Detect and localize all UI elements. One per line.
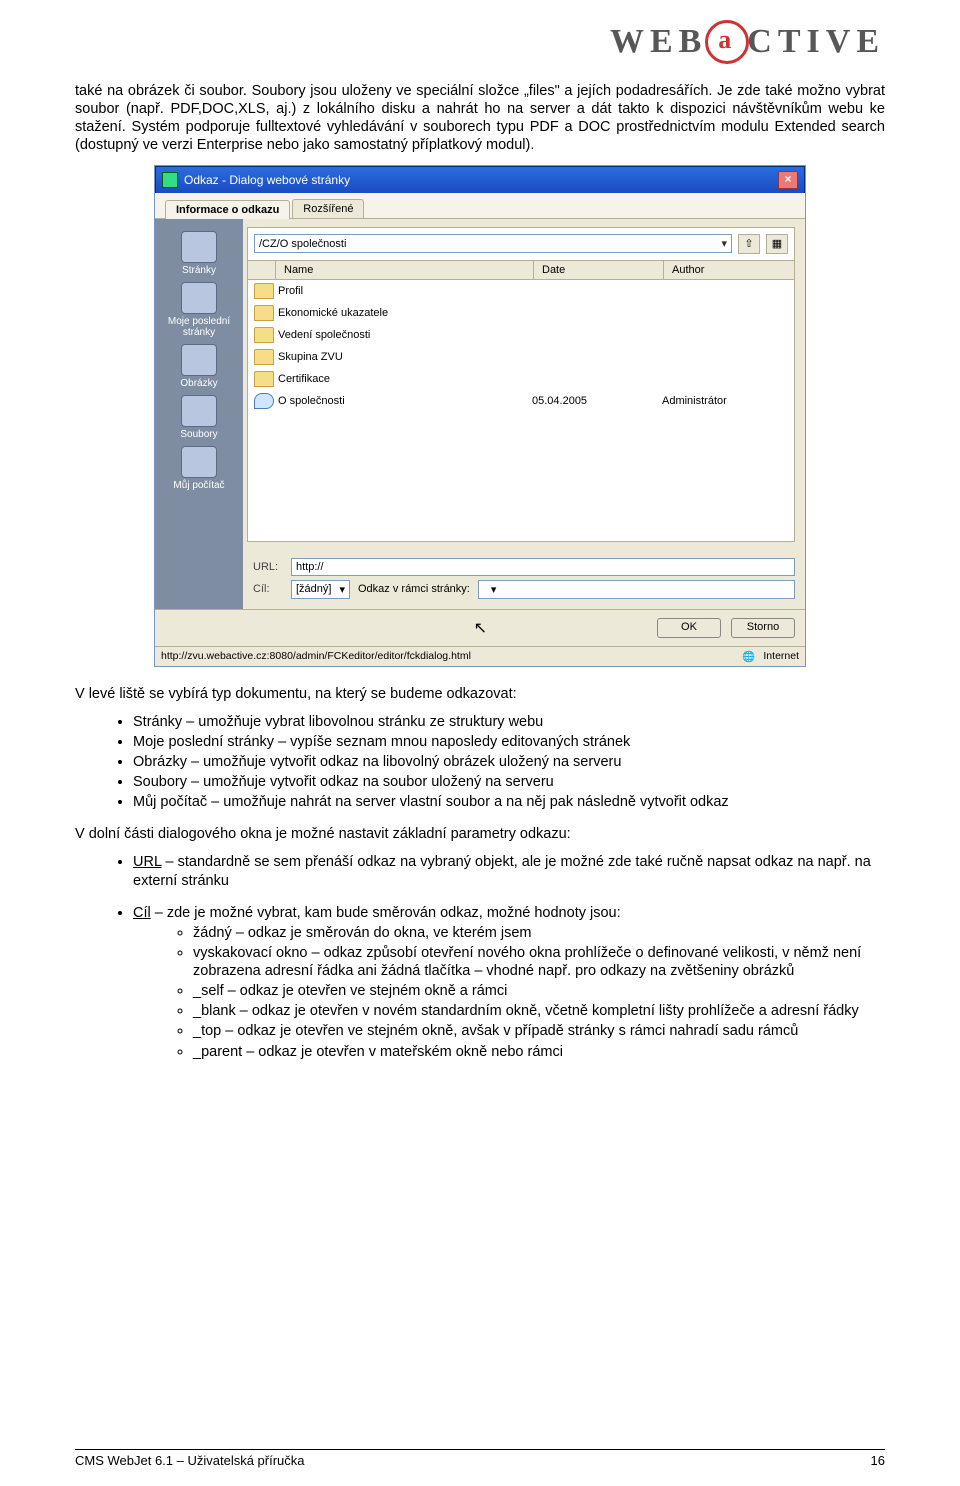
sidebar-item-files[interactable]: Soubory [157, 395, 241, 440]
page-icon [254, 393, 274, 409]
sidebar-item-pages[interactable]: Stránky [157, 231, 241, 276]
sidebar-item-mycomputer[interactable]: Můj počítač [157, 446, 241, 491]
dialog-sidebar: Stránky Moje poslední stránky Obrázky So… [155, 219, 243, 609]
para-left-bar: V levé liště se vybírá typ dokumentu, na… [75, 685, 885, 703]
param-list: URL – standardně se sem přenáší odkaz na… [133, 853, 885, 889]
footer-left: CMS WebJet 6.1 – Uživatelská příručka [75, 1453, 305, 1468]
brand-logo: WEB CTIVE [75, 20, 885, 64]
logo-text-left: WEB [610, 23, 707, 61]
logo-at-icon [705, 20, 749, 64]
cancel-button[interactable]: Storno [731, 618, 795, 638]
list-item: žádný – odkaz je směrován do okna, ve kt… [193, 924, 885, 942]
list-item: Moje poslední stránky – vypíše seznam mn… [133, 733, 885, 751]
list-item[interactable]: O společnosti05.04.2005Administrátor [248, 390, 794, 412]
logo-text-right: CTIVE [747, 23, 885, 61]
pages-icon [181, 231, 217, 263]
list-item: _parent – odkaz je otevřen v mateřském o… [193, 1043, 885, 1061]
list-item: Stránky – umožňuje vybrat libovolnou str… [133, 713, 885, 731]
status-bar: http://zvu.webactive.cz:8080/admin/FCKed… [155, 646, 805, 666]
sidebar-item-recent[interactable]: Moje poslední stránky [157, 282, 241, 338]
list-item[interactable]: Profil [248, 280, 794, 302]
tab-link-info[interactable]: Informace o odkazu [165, 200, 290, 219]
list-item[interactable]: Skupina ZVU [248, 346, 794, 368]
up-folder-icon[interactable]: ⇧ [738, 234, 760, 254]
close-icon[interactable]: × [778, 171, 798, 189]
path-combo[interactable]: /CZ/O společnosti [254, 234, 732, 253]
list-item: Obrázky – umožňuje vytvořit odkaz na lib… [133, 753, 885, 771]
param-list-2: Cíl – zde je možné vybrat, kam bude směr… [133, 904, 885, 1061]
url-label: URL: [253, 561, 283, 573]
browser-pane: /CZ/O společnosti ⇧ ▦ Name Date Author P… [247, 227, 795, 542]
dialog-footer: ↖ OK Storno [155, 609, 805, 646]
folder-icon [254, 283, 274, 299]
status-zone: Internet [763, 650, 799, 662]
footer-page-number: 16 [871, 1453, 885, 1468]
anchor-label: Odkaz v rámci stránky: [358, 583, 470, 595]
computer-icon [181, 446, 217, 478]
sidebar-item-images[interactable]: Obrázky [157, 344, 241, 389]
page-footer: CMS WebJet 6.1 – Uživatelská příručka 16 [75, 1449, 885, 1468]
internet-zone-icon: 🌐 [742, 650, 755, 663]
param-cil: Cíl – zde je možné vybrat, kam bude směr… [133, 904, 885, 1061]
list-item[interactable]: Vedení společnosti [248, 324, 794, 346]
list-item: Můj počítač – umožňuje nahrát na server … [133, 793, 885, 811]
cursor-icon: ↖ [474, 618, 487, 638]
col-date[interactable]: Date [534, 261, 664, 279]
target-select[interactable]: [žádný] [291, 580, 350, 599]
doc-type-list: Stránky – umožňuje vybrat libovolnou str… [133, 713, 885, 812]
folder-icon [254, 327, 274, 343]
folder-icon [254, 371, 274, 387]
dialog-titlebar: Odkaz - Dialog webové stránky × [155, 166, 805, 193]
folder-icon [254, 349, 274, 365]
list-item[interactable]: Ekonomické ukazatele [248, 302, 794, 324]
list-item: vyskakovací okno – odkaz způsobí otevřen… [193, 944, 885, 980]
col-author[interactable]: Author [664, 261, 794, 279]
list-header: Name Date Author [248, 260, 794, 280]
url-block: URL: http:// Cíl: [žádný] Odkaz v rámci … [243, 548, 805, 609]
folder-icon [254, 305, 274, 321]
col-name[interactable]: Name [276, 261, 534, 279]
tab-advanced[interactable]: Rozšířené [292, 199, 364, 218]
list-item: Soubory – umožňuje vytvořit odkaz na sou… [133, 773, 885, 791]
list-item[interactable]: Certifikace [248, 368, 794, 390]
images-icon [181, 344, 217, 376]
para-bottom: V dolní části dialogového okna je možné … [75, 825, 885, 843]
param-url: URL – standardně se sem přenáší odkaz na… [133, 853, 885, 889]
ok-button[interactable]: OK [657, 618, 721, 638]
list-body: ProfilEkonomické ukazateleVedení společn… [248, 280, 794, 541]
dialog-app-icon [162, 172, 178, 188]
anchor-select[interactable] [478, 580, 795, 599]
cil-sublist: žádný – odkaz je směrován do okna, ve kt… [193, 924, 885, 1061]
list-item: _top – odkaz je otevřen ve stejném okně,… [193, 1022, 885, 1040]
target-label: Cíl: [253, 583, 283, 595]
url-input[interactable]: http:// [291, 558, 795, 576]
dialog-title: Odkaz - Dialog webové stránky [184, 173, 350, 187]
dialog-tabs: Informace o odkazu Rozšířené [155, 193, 805, 219]
list-item: _self – odkaz je otevřen ve stejném okně… [193, 982, 885, 1000]
recent-icon [181, 282, 217, 314]
intro-paragraph: také na obrázek či soubor. Soubory jsou … [75, 82, 885, 155]
list-item: _blank – odkaz je otevřen v novém standa… [193, 1002, 885, 1020]
files-icon [181, 395, 217, 427]
status-url: http://zvu.webactive.cz:8080/admin/FCKed… [161, 650, 471, 662]
view-icon[interactable]: ▦ [766, 234, 788, 254]
link-dialog: Odkaz - Dialog webové stránky × Informac… [154, 165, 806, 667]
